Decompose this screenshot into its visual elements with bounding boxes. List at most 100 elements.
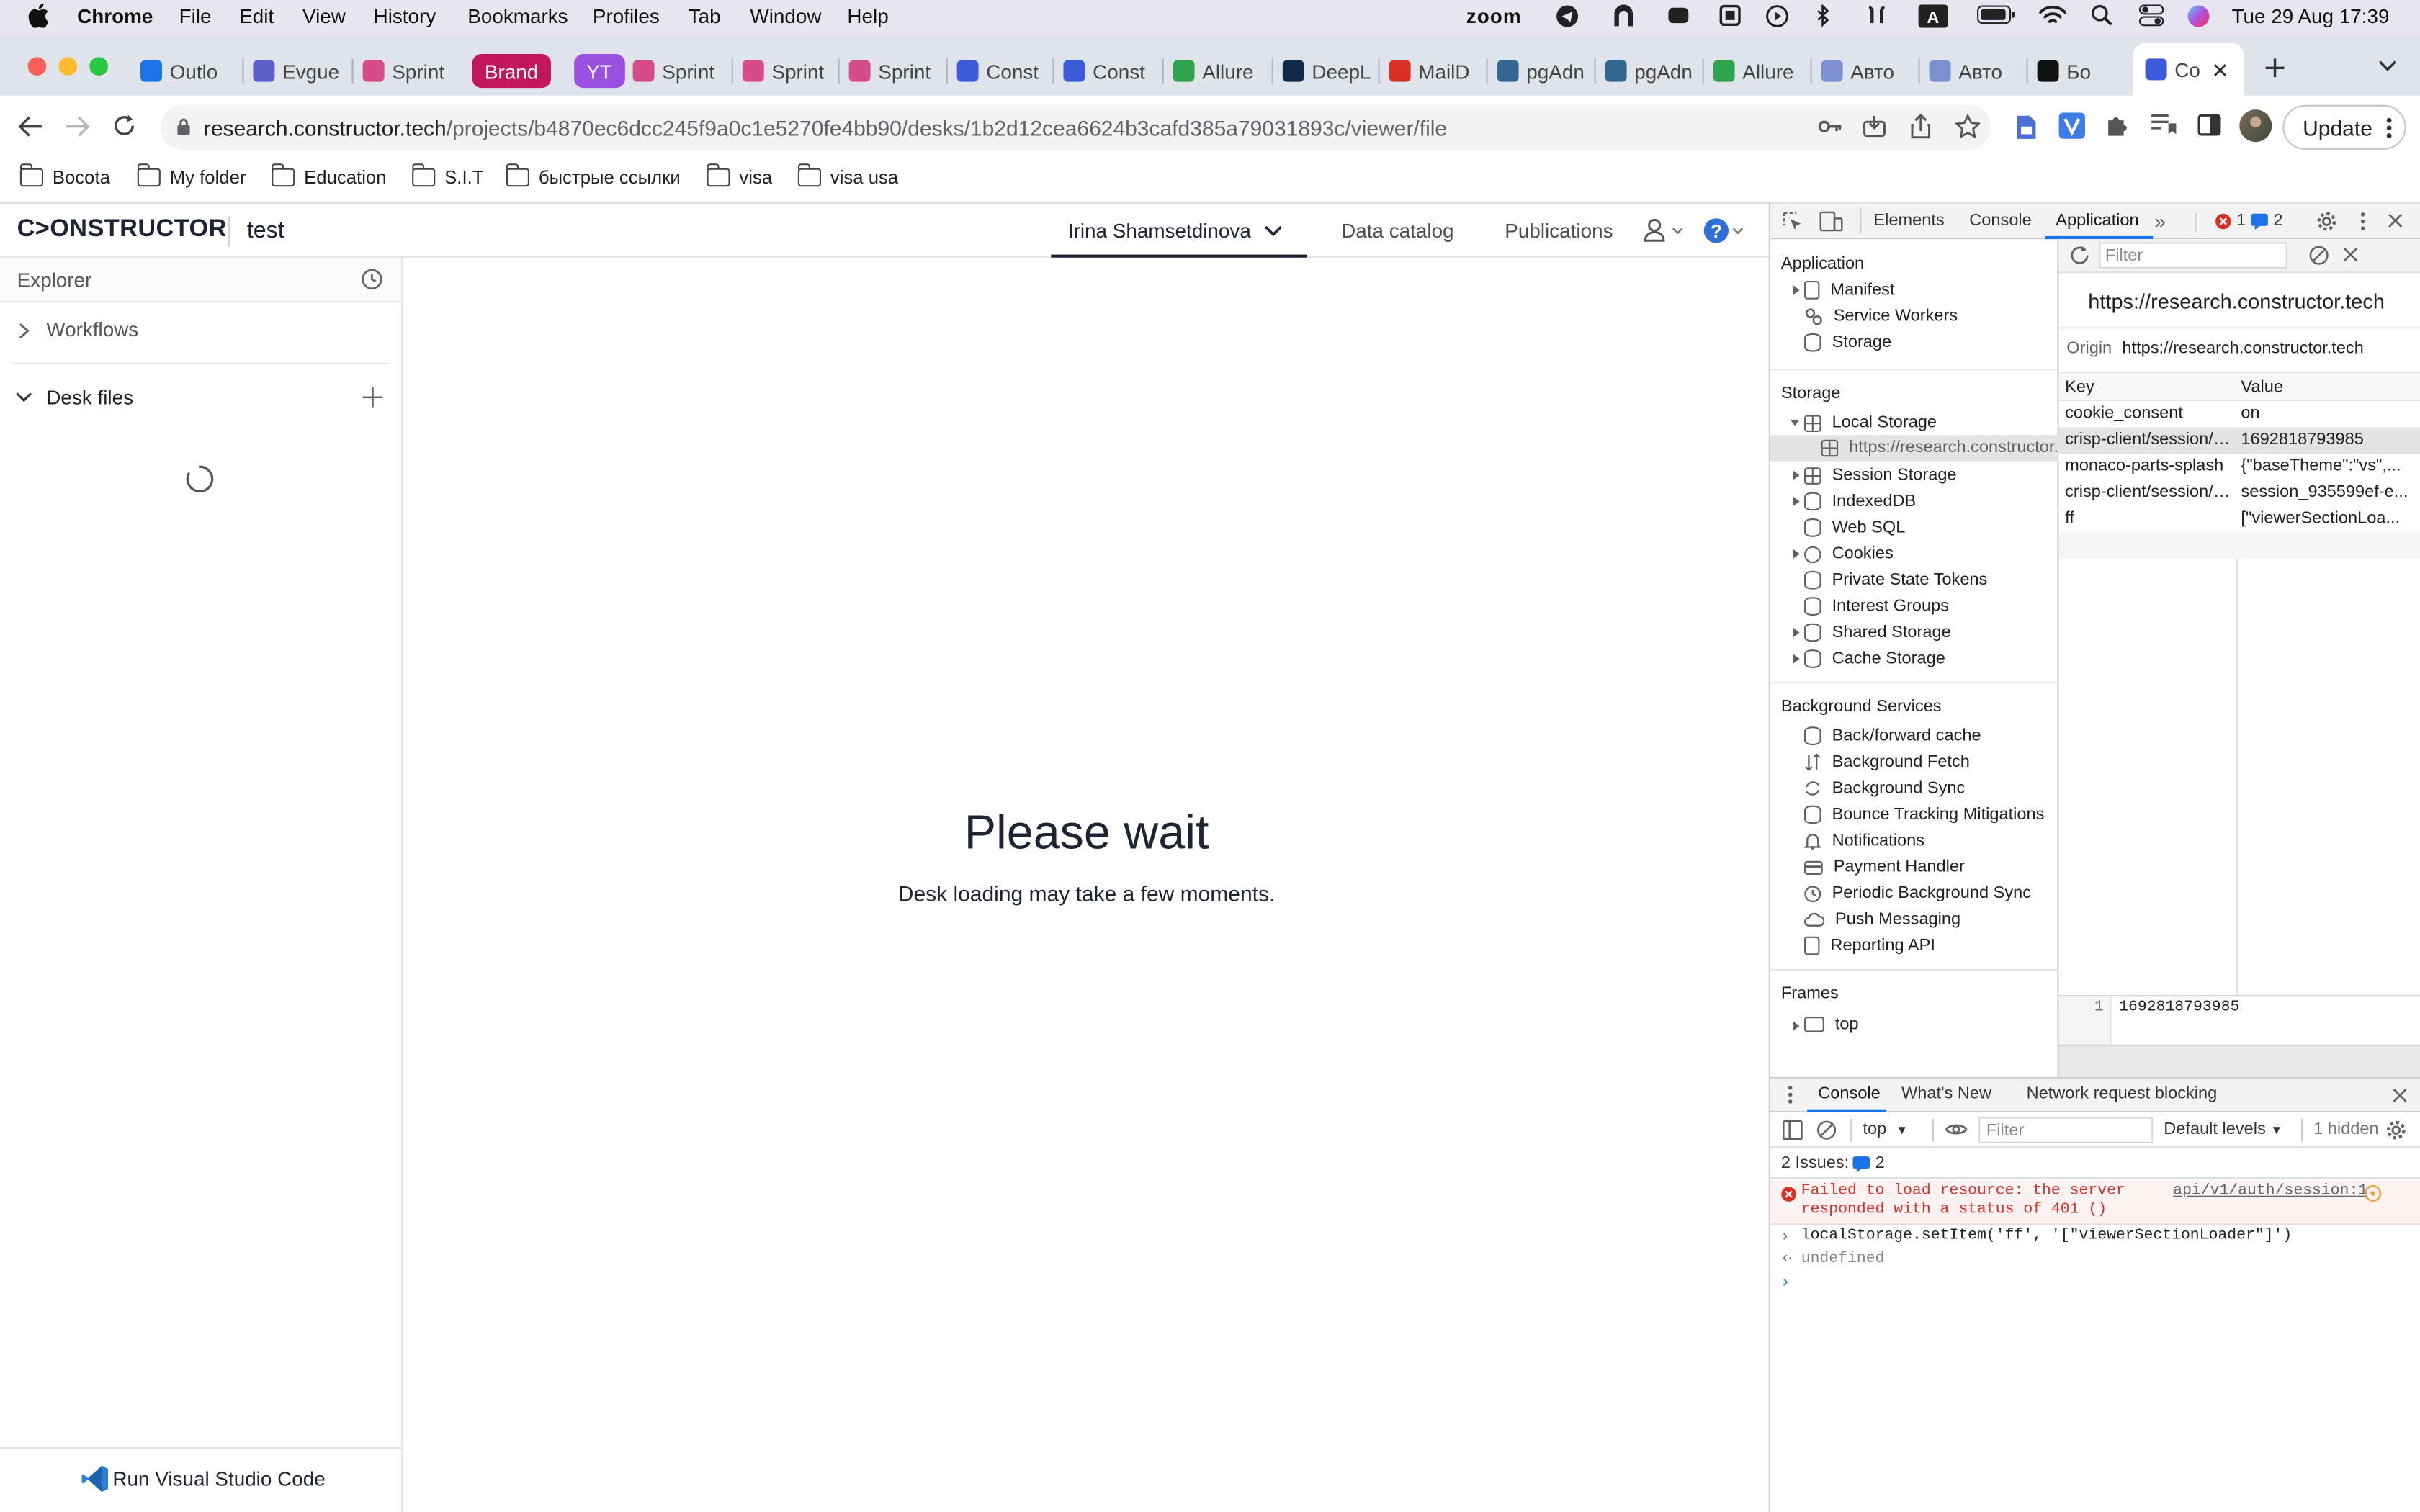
browser-tab[interactable]: Outlo: [140, 53, 230, 89]
bookmark-education[interactable]: Education: [272, 163, 387, 188]
bookmark-bocota[interactable]: Bocota: [19, 163, 110, 188]
devtools-menu-icon[interactable]: [2360, 212, 2366, 232]
workflows-section[interactable]: Workflows: [0, 310, 401, 351]
browser-tab[interactable]: Авто: [1929, 53, 2019, 89]
screenshot-status-icon[interactable]: [1719, 4, 1741, 26]
sidebar-toggle-icon[interactable]: [1783, 1120, 1803, 1140]
telegram-status-icon[interactable]: [1556, 4, 1579, 27]
menu-bookmarks[interactable]: Bookmarks: [467, 4, 568, 27]
expand-arrow-icon[interactable]: [1793, 497, 1800, 506]
project-name[interactable]: test: [247, 217, 284, 243]
share-icon[interactable]: [1911, 114, 1931, 139]
bookmark-my-folder[interactable]: My folder: [137, 163, 246, 188]
table-row[interactable]: monaco-parts-splash {"baseTheme":"vs",...: [2058, 454, 2420, 480]
tree-background-fetch[interactable]: Background Fetch: [1804, 753, 1970, 771]
apple-icon[interactable]: [28, 3, 50, 28]
bookmark-sit[interactable]: S.I.T: [412, 163, 483, 188]
empty-table-row[interactable]: [2058, 532, 2420, 559]
menu-view[interactable]: View: [302, 4, 346, 27]
reload-icon[interactable]: [112, 114, 135, 138]
issues-bar[interactable]: 2 Issues: 2: [1770, 1148, 2420, 1179]
bookmark-star-icon[interactable]: [1955, 114, 1981, 139]
tree-background-sync[interactable]: Background Sync: [1804, 779, 1965, 798]
menu-file[interactable]: File: [179, 4, 212, 27]
wifi-icon[interactable]: [2038, 4, 2067, 26]
tree-local-storage-origin[interactable]: https://research.constructor.tech: [1770, 435, 2091, 462]
close-drawer-icon[interactable]: [2392, 1088, 2407, 1103]
delete-selected-icon[interactable]: [2343, 247, 2358, 262]
browser-tab[interactable]: Allure: [1713, 53, 1803, 89]
tab-search-chevron-icon[interactable]: [2378, 58, 2397, 73]
menu-help[interactable]: Help: [847, 4, 888, 27]
browser-tab[interactable]: Бо: [2037, 53, 2127, 89]
expand-arrow-icon[interactable]: [1793, 654, 1800, 664]
new-tab-icon[interactable]: [2262, 55, 2287, 80]
tree-cache-storage[interactable]: Cache Storage: [1804, 649, 1945, 668]
vpn-status-icon[interactable]: [1611, 4, 1636, 27]
expand-arrow-icon[interactable]: [1793, 285, 1800, 295]
close-window-button[interactable]: [27, 57, 47, 76]
inspect-element-icon[interactable]: [1783, 212, 1803, 232]
expand-arrow-icon[interactable]: [1793, 549, 1800, 559]
log-levels-select[interactable]: Default levels ▼: [2164, 1120, 2282, 1139]
error-count-badge[interactable]: 1: [2215, 212, 2246, 230]
close-devtools-icon[interactable]: [2388, 213, 2403, 228]
menu-app-name[interactable]: Chrome: [77, 4, 153, 27]
airpods-icon[interactable]: [1863, 4, 1891, 26]
tree-push-messaging[interactable]: Push Messaging: [1804, 910, 1960, 929]
column-key[interactable]: Key: [2065, 378, 2094, 397]
password-key-icon[interactable]: [1818, 117, 1842, 136]
profile-avatar[interactable]: [2239, 109, 2272, 143]
browser-tab[interactable]: Co: [2133, 43, 2244, 96]
bookmark-visa[interactable]: visa: [707, 163, 772, 188]
browser-tab[interactable]: pgAdn: [1497, 53, 1587, 89]
clock[interactable]: Tue 29 Aug 17:39: [2232, 4, 2390, 27]
collapse-arrow-icon[interactable]: [1790, 419, 1800, 426]
storage-filter-input[interactable]: Filter: [2099, 242, 2287, 269]
spotlight-icon[interactable]: [2091, 4, 2113, 26]
clear-console-icon[interactable]: [1816, 1120, 1837, 1140]
nav-data-catalog[interactable]: Data catalog: [1341, 219, 1453, 242]
help-menu-icon[interactable]: ?: [1703, 217, 1747, 243]
expand-arrow-icon[interactable]: [1793, 1021, 1800, 1031]
browser-tab[interactable]: Sprint: [742, 53, 832, 89]
control-center-icon[interactable]: [2139, 4, 2164, 27]
input-source-icon[interactable]: A: [1918, 4, 1948, 28]
bluetooth-icon[interactable]: [1815, 4, 1830, 27]
browser-tab[interactable]: Sprint: [362, 53, 452, 89]
live-expression-eye-icon[interactable]: [1945, 1122, 1968, 1137]
run-vscode-button[interactable]: Run Visual Studio Code: [80, 1461, 342, 1498]
extension-v-icon[interactable]: [2058, 112, 2085, 139]
console-error-message[interactable]: Failed to load resource: the server resp…: [1770, 1180, 2420, 1225]
address-bar[interactable]: research.constructor.tech/projects/b4870…: [160, 104, 1991, 150]
more-tabs-icon[interactable]: »: [2154, 210, 2166, 233]
drawer-tab-whats-new[interactable]: What's New: [1901, 1084, 1991, 1103]
browser-tab[interactable]: MailD: [1389, 53, 1479, 89]
account-menu-icon[interactable]: [1644, 217, 1687, 242]
forward-icon[interactable]: [65, 116, 90, 138]
clear-all-icon[interactable]: [2309, 246, 2329, 266]
browser-tab[interactable]: Const: [956, 53, 1047, 89]
battery-icon[interactable]: [1977, 4, 2016, 24]
device-toolbar-icon[interactable]: [1819, 211, 1843, 232]
table-row[interactable]: crisp-client/session/a... session_935599e…: [2058, 480, 2420, 506]
error-source-link[interactable]: api/v1/auth/session:1: [2173, 1184, 2367, 1201]
table-row[interactable]: ff ["viewerSectionLoa...: [2058, 505, 2420, 533]
tree-private-state-tokens[interactable]: Private State Tokens: [1804, 570, 1987, 590]
expand-arrow-icon[interactable]: [1793, 470, 1800, 480]
table-row[interactable]: cookie_consent on: [2058, 401, 2420, 428]
browser-tab[interactable]: DeepL: [1282, 53, 1372, 89]
expand-arrow-icon[interactable]: [1793, 628, 1800, 637]
siri-icon[interactable]: [2187, 4, 2210, 27]
preview-value[interactable]: 1692818793985: [2119, 1000, 2239, 1017]
tree-manifest[interactable]: Manifest: [1804, 281, 1895, 300]
bookmark-visa-usa[interactable]: visa usa: [797, 163, 898, 188]
back-icon[interactable]: [18, 116, 43, 138]
app-status-icon[interactable]: [1667, 4, 1690, 26]
browser-tab[interactable]: Allure: [1173, 53, 1263, 89]
tree-indexeddb[interactable]: IndexedDB: [1804, 492, 1916, 511]
browser-tab[interactable]: Brand: [472, 54, 551, 89]
history-icon[interactable]: [361, 269, 382, 290]
tree-web-sql[interactable]: Web SQL: [1804, 518, 1905, 537]
tab-application[interactable]: Application: [2045, 204, 2154, 240]
